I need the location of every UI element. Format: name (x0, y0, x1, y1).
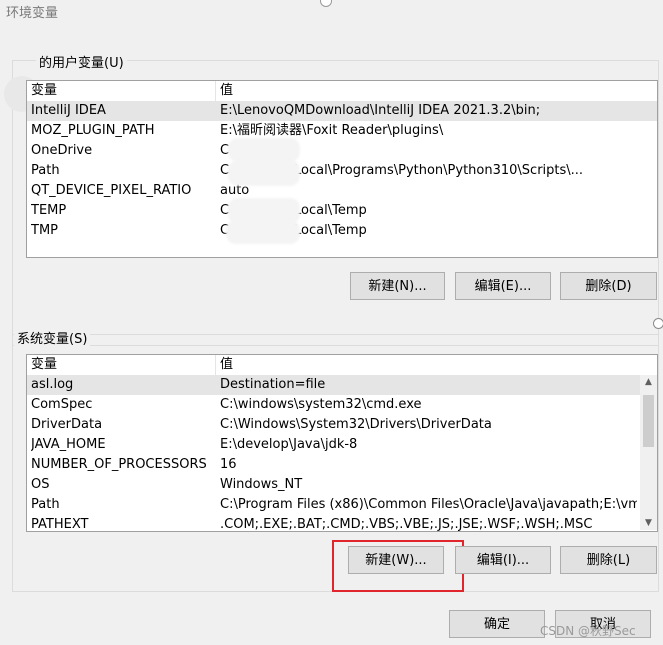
table-row[interactable]: NUMBER_OF_PROCESSORS 16 (27, 455, 657, 475)
resize-handle-top[interactable] (320, 0, 332, 7)
window-title: 环境变量 (6, 6, 59, 21)
table-row[interactable]: PATHEXT .COM;.EXE;.BAT;.CMD;.VBS;.VBE;.JS… (27, 515, 657, 532)
user-vars-label: 的用户变量(U) (36, 52, 127, 71)
variable-value: .COM;.EXE;.BAT;.CMD;.VBS;.VBE;.JS;.JSE;.… (220, 517, 593, 532)
variable-name: QT_DEVICE_PIXEL_RATIO (31, 183, 192, 198)
sys-vars-rows: asl.log Destination=file ComSpec C:\windows… (27, 375, 657, 532)
column-header-variable[interactable]: 变量 (31, 355, 57, 375)
variable-name: OS (31, 477, 50, 492)
watermark: CSDN @秋野Sec (540, 624, 636, 638)
variable-name: asl.log (31, 377, 74, 392)
user-vars-list[interactable]: 变量 值 IntelliJ IDEA E:\LenovoQMDownload\In… (26, 80, 658, 258)
resize-handle-right[interactable] (653, 318, 663, 329)
variable-value: E:\develop\Java\jdk-8 (220, 437, 358, 452)
table-row[interactable]: asl.log Destination=file (27, 375, 657, 395)
scroll-thumb[interactable] (643, 395, 654, 447)
table-row[interactable]: QT_DEVICE_PIXEL_RATIO auto (27, 181, 657, 201)
user-vars-rows: IntelliJ IDEA E:\LenovoQMDownload\Intelli… (27, 101, 657, 241)
scroll-up-icon[interactable]: ▲ (641, 377, 656, 387)
env-vars-panel: 的用户变量(U) 变量 值 IntelliJ IDEA E:\LenovoQMDo… (0, 26, 663, 645)
variable-name: ComSpec (31, 397, 93, 412)
variable-name: Path (31, 497, 60, 512)
scrollbar[interactable]: ▲ ▼ (640, 375, 657, 530)
user-delete-button[interactable]: 删除(D) (560, 272, 657, 300)
variable-name: TEMP (31, 203, 67, 218)
table-row[interactable]: DriverData C:\Windows\System32\Drivers\Dr… (27, 415, 657, 435)
table-row[interactable]: Path C:\Program Files (x86)\Common Files\… (27, 495, 657, 515)
table-row[interactable]: JAVA_HOME E:\develop\Java\jdk-8 (27, 435, 657, 455)
table-row[interactable]: OneDriveC OneDrive (27, 141, 657, 161)
variable-value: Destination=file (220, 377, 326, 392)
sys-vars-label: 系统变量(S) (14, 328, 91, 347)
table-row[interactable]: IntelliJ IDEA E:\LenovoQMDownload\Intelli… (27, 101, 657, 121)
column-header-variable[interactable]: 变量 (31, 81, 57, 101)
table-row[interactable]: TMPC AppData\Local\Temp (27, 221, 657, 241)
variable-value: C:\Program Files (x86)\Common Files\Orac… (220, 497, 637, 512)
redaction-blur (228, 160, 300, 186)
variable-value: C:\windows\system32\cmd.exe (220, 397, 422, 412)
variable-name: JAVA_HOME (31, 437, 106, 452)
user-new-button[interactable]: 新建(N)... (350, 272, 445, 300)
variable-name: IntelliJ IDEA (31, 103, 106, 118)
table-row[interactable]: ComSpec C:\windows\system32\cmd.exe (27, 395, 657, 415)
highlight-box (332, 540, 464, 592)
table-row[interactable]: MOZ_PLUGIN_PATH E:\福昕阅读器\Foxit Reader\plu… (27, 121, 657, 141)
variable-name: NUMBER_OF_PROCESSORS (31, 457, 207, 472)
list-header: 变量 值 (27, 81, 657, 101)
sys-edit-button[interactable]: 编辑(I)... (455, 546, 551, 574)
table-row[interactable]: Path C AppData\Local\Programs\Python\Pyth… (27, 161, 657, 181)
variable-name: Path (31, 163, 60, 178)
sys-vars-list[interactable]: 变量 值 asl.log Destination=file ComSpec C:\wi… (26, 354, 658, 532)
variable-value: E:\LenovoQMDownload\IntelliJ IDEA 2021.3… (220, 103, 541, 118)
redaction-blur (228, 138, 300, 162)
ok-button[interactable]: 确定 (449, 610, 545, 638)
redaction-blur (226, 220, 300, 244)
scroll-down-icon[interactable]: ▼ (641, 518, 656, 528)
table-row[interactable]: TEMPC AppData\Local\Temp (27, 201, 657, 221)
variable-value: 16 (220, 457, 237, 472)
column-header-value[interactable]: 值 (220, 81, 233, 101)
variable-name: TMP (31, 223, 58, 238)
variable-name: PATHEXT (31, 517, 89, 532)
list-header: 变量 值 (27, 355, 657, 375)
variable-name: DriverData (31, 417, 103, 432)
variable-name: MOZ_PLUGIN_PATH (31, 123, 155, 138)
sys-delete-button[interactable]: 删除(L) (560, 546, 657, 574)
table-row[interactable]: OS Windows_NT (27, 475, 657, 495)
column-header-value[interactable]: 值 (220, 355, 233, 375)
variable-value: C:\Windows\System32\Drivers\DriverData (220, 417, 492, 432)
variable-value: Windows_NT (220, 477, 303, 492)
variable-name: OneDrive (31, 143, 93, 158)
user-edit-button[interactable]: 编辑(E)... (455, 272, 551, 300)
